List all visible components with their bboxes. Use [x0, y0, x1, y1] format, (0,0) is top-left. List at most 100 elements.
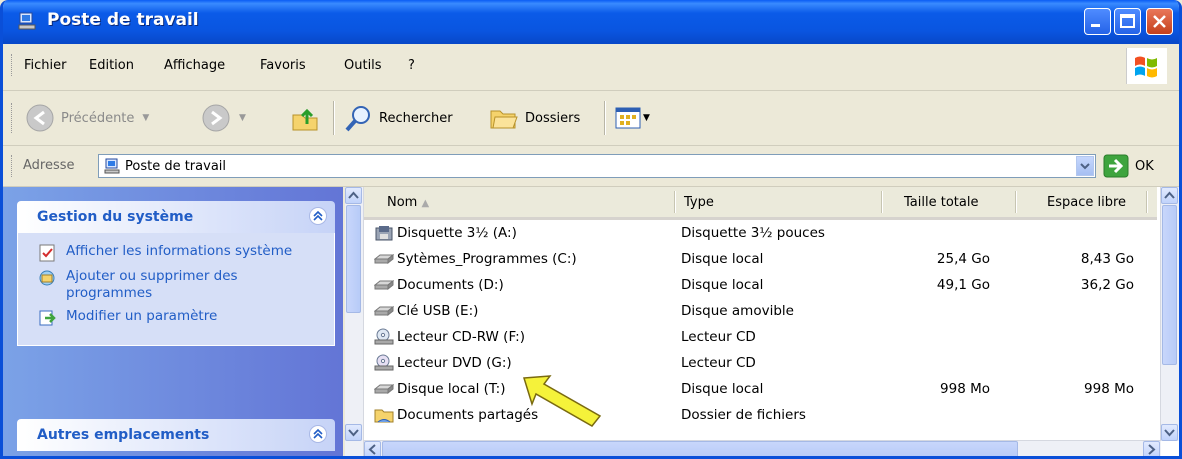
- address-bar: Adresse Poste de travail OK: [3, 146, 1179, 187]
- drive-free-space: 998 Mo: [1084, 381, 1134, 397]
- task-change-setting[interactable]: Modifier un paramètre: [38, 308, 324, 327]
- drive-row[interactable]: Disque local (T:) Disque local 998 Mo 998 M…: [364, 376, 1157, 402]
- go-button[interactable]: OK: [1103, 154, 1154, 178]
- folders-icon: [490, 110, 518, 129]
- forward-dropdown-icon[interactable]: ▼: [239, 113, 246, 123]
- address-grip[interactable]: [11, 155, 15, 177]
- drive-row[interactable]: Disquette 3½ (A:) Disquette 3½ pouces: [364, 220, 1157, 246]
- up-folder-button[interactable]: [290, 101, 320, 135]
- menu-fichier[interactable]: Fichier: [24, 58, 67, 73]
- collapse-icon[interactable]: [309, 425, 327, 443]
- drive-name: Documents (D:): [397, 277, 504, 293]
- address-input[interactable]: Poste de travail: [98, 154, 1096, 178]
- task-system-info[interactable]: Afficher les informations système: [38, 243, 324, 262]
- control-panel-icon: [38, 309, 56, 327]
- list-vertical-scrollbar[interactable]: [1160, 187, 1179, 441]
- toolbar-separator: [333, 101, 335, 135]
- task-label: Modifier un paramètre: [66, 308, 218, 324]
- drive-type: Disque local: [681, 381, 764, 397]
- other-places-panel: Autres emplacements: [17, 419, 335, 451]
- scroll-up-button[interactable]: [1161, 187, 1178, 204]
- forward-button[interactable]: ▼: [201, 101, 246, 135]
- hard-drive-icon: [373, 250, 395, 272]
- toolbar-grip[interactable]: [11, 103, 15, 133]
- menu-grip[interactable]: [11, 54, 15, 76]
- back-dropdown-icon[interactable]: ▼: [142, 113, 149, 123]
- address-dropdown-button[interactable]: [1076, 156, 1094, 176]
- left-pane-scrollbar[interactable]: [345, 187, 364, 456]
- back-arrow-icon: [26, 104, 54, 132]
- hard-drive-icon: [373, 276, 395, 298]
- column-divider[interactable]: [1015, 191, 1017, 213]
- folders-button[interactable]: Dossiers: [489, 101, 580, 135]
- drive-row[interactable]: Clé USB (E:) Disque amovible: [364, 298, 1157, 324]
- search-button[interactable]: Rechercher: [343, 101, 453, 135]
- drive-name: Documents partagés: [397, 407, 539, 423]
- chevron-down-icon: [1080, 163, 1090, 170]
- scroll-left-button[interactable]: [364, 441, 381, 456]
- minimize-button[interactable]: [1084, 8, 1111, 35]
- drive-row[interactable]: Lecteur CD-RW (F:) Lecteur CD: [364, 324, 1157, 350]
- drive-row[interactable]: Documents partagés Dossier de fichiers: [364, 402, 1157, 428]
- task-label: Afficher les informations système: [66, 243, 293, 259]
- drive-name: Disquette 3½ (A:): [397, 225, 517, 241]
- windows-logo-icon: [1126, 48, 1167, 84]
- my-computer-icon: [104, 158, 120, 178]
- floppy-drive-icon: [374, 224, 394, 246]
- task-label: Ajouter ou supprimer des programmes: [66, 268, 238, 301]
- drive-free-space: 36,2 Go: [1080, 277, 1134, 293]
- column-divider[interactable]: [881, 191, 883, 213]
- back-label: Précédente: [61, 110, 135, 126]
- menu-affichage[interactable]: Affichage: [164, 58, 225, 73]
- column-divider[interactable]: [674, 191, 676, 213]
- column-divider[interactable]: [1146, 191, 1148, 213]
- drive-name: Sytèmes_Programmes (C:): [397, 251, 577, 267]
- menu-edition[interactable]: Edition: [89, 58, 134, 73]
- menu-help[interactable]: ?: [408, 58, 415, 73]
- scroll-right-button[interactable]: [1143, 441, 1160, 456]
- drive-row[interactable]: Documents (D:) Disque local 49,1 Go 36,2 Go: [364, 272, 1157, 298]
- task-pane: Gestion du système Afficher les informat…: [3, 187, 343, 456]
- menu-bar: Fichier Edition Affichage Favoris Outils…: [3, 44, 1179, 91]
- my-computer-icon: [17, 11, 37, 31]
- close-button[interactable]: [1146, 8, 1173, 35]
- menu-outils[interactable]: Outils: [344, 58, 382, 73]
- shared-folder-icon: [374, 406, 394, 428]
- drive-row[interactable]: Sytèmes_Programmes (C:) Disque local 25,4 …: [364, 246, 1157, 272]
- scroll-thumb[interactable]: [346, 205, 361, 313]
- other-places-title: Autres emplacements: [37, 427, 210, 443]
- maximize-button[interactable]: [1114, 8, 1141, 35]
- removable-drive-icon: [373, 302, 395, 324]
- search-icon: [345, 106, 370, 132]
- scroll-thumb[interactable]: [1162, 205, 1177, 365]
- drive-total-size: 49,1 Go: [936, 277, 990, 293]
- column-type[interactable]: Type: [684, 195, 714, 210]
- drive-name: Lecteur DVD (G:): [397, 355, 512, 371]
- column-espace-libre[interactable]: Espace libre: [1047, 195, 1126, 210]
- drive-type: Lecteur CD: [681, 355, 756, 371]
- scroll-thumb[interactable]: [382, 441, 1018, 456]
- scroll-down-button[interactable]: [1161, 424, 1178, 441]
- column-header: Nom ▲ Type Taille totale Espace libre: [364, 187, 1157, 220]
- drive-row[interactable]: Lecteur DVD (G:) Lecteur CD: [364, 350, 1157, 376]
- views-dropdown-icon[interactable]: ▼: [643, 113, 650, 123]
- system-tasks-title: Gestion du système: [37, 209, 194, 225]
- drive-name: Disque local (T:): [397, 381, 506, 397]
- views-icon: [615, 107, 641, 129]
- views-button[interactable]: ▼: [615, 101, 650, 135]
- scroll-up-button[interactable]: [345, 187, 362, 204]
- title-bar[interactable]: Poste de travail: [3, 0, 1179, 44]
- collapse-icon[interactable]: [309, 207, 327, 225]
- system-tasks-header[interactable]: Gestion du système: [17, 201, 335, 233]
- back-button[interactable]: Précédente ▼: [25, 101, 149, 135]
- other-places-header[interactable]: Autres emplacements: [17, 419, 335, 451]
- window-title: Poste de travail: [47, 10, 199, 30]
- scroll-down-button[interactable]: [345, 424, 362, 441]
- list-horizontal-scrollbar[interactable]: [364, 440, 1161, 456]
- column-label: Nom: [387, 195, 418, 210]
- file-list-view[interactable]: Nom ▲ Type Taille totale Espace libre Di…: [345, 187, 1179, 456]
- menu-favoris[interactable]: Favoris: [260, 58, 306, 73]
- task-add-remove-programs[interactable]: Ajouter ou supprimer des programmes: [38, 268, 324, 302]
- column-nom[interactable]: Nom ▲: [387, 195, 429, 210]
- column-taille-totale[interactable]: Taille totale: [904, 195, 978, 210]
